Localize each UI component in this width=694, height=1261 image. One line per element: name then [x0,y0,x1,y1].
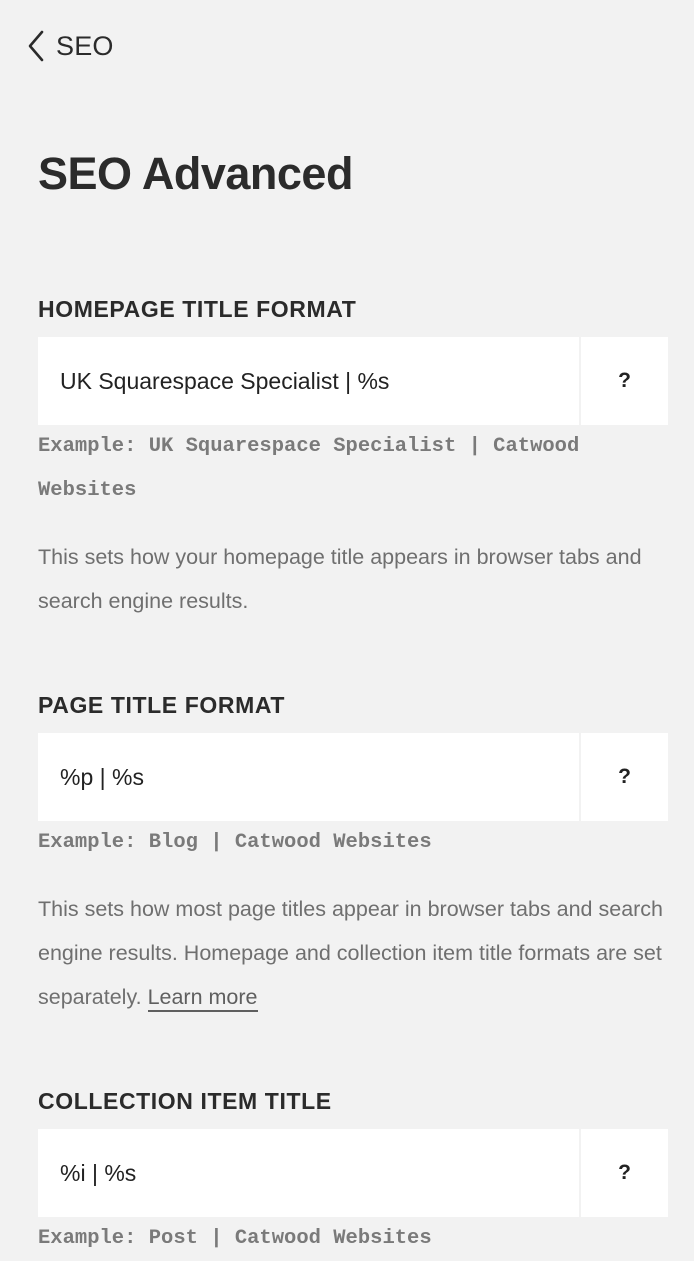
section-label: PAGE TITLE FORMAT [38,692,285,718]
example-text: Example: Post | Catwood Websites [38,1227,432,1250]
section-label: COLLECTION ITEM TITLE [38,1088,332,1114]
help-button[interactable]: ? [579,1129,668,1217]
description-text: This sets how most page titles appear in… [38,897,664,1009]
back-label: SEO [56,30,114,61]
homepage-title-format-field: ? [38,337,668,425]
page-title-format-section: PAGE TITLE FORMAT ? Example: Blog | Catw… [38,688,668,1019]
help-button[interactable]: ? [579,337,668,425]
page-title-format-field: ? [38,733,668,821]
collection-item-title-input[interactable] [38,1129,579,1217]
page-title: SEO Advanced [38,148,353,199]
homepage-title-format-input[interactable] [38,337,579,425]
chevron-left-icon [28,30,44,62]
help-button[interactable]: ? [579,733,668,821]
back-button[interactable]: SEO [26,30,114,62]
learn-more-link[interactable]: Learn more [147,985,258,1012]
homepage-title-format-section: HOMEPAGE TITLE FORMAT ? Example: UK Squa… [38,292,668,623]
collection-item-title-section: COLLECTION ITEM TITLE ? Example: Post | … [38,1084,668,1261]
example-text: Example: UK Squarespace Specialist | Cat… [38,435,580,502]
section-label: HOMEPAGE TITLE FORMAT [38,296,357,322]
collection-item-title-field: ? [38,1129,668,1217]
description-paragraph: This sets how most page titles appear in… [38,887,668,1019]
page-title-format-input[interactable] [38,733,579,821]
example-text: Example: Blog | Catwood Websites [38,831,432,854]
description-text: This sets how your homepage title appear… [38,545,642,613]
